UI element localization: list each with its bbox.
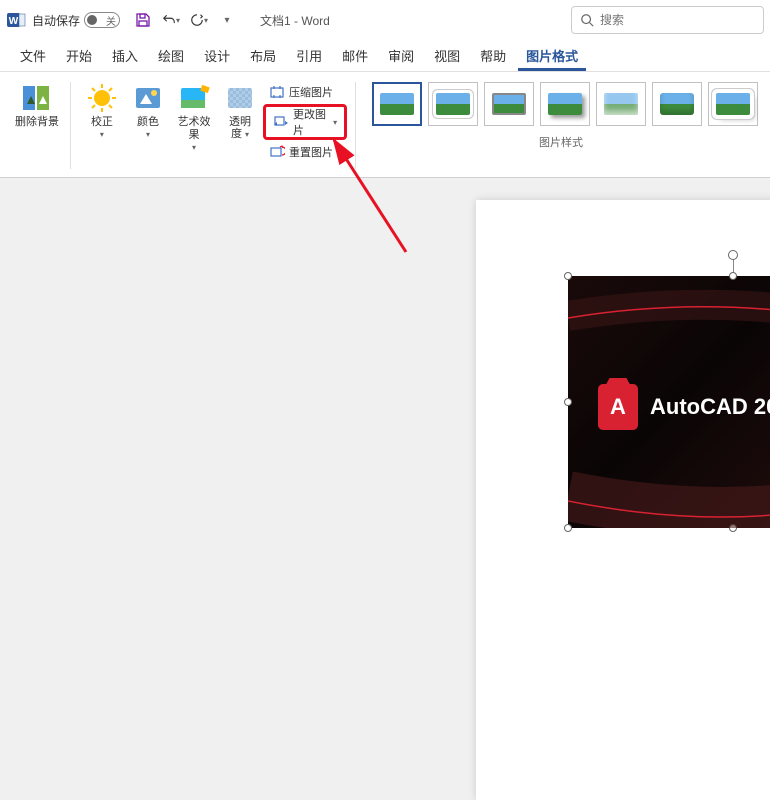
page: A AutoCAD 20 — [476, 200, 770, 800]
qat-customize-button[interactable]: ▾ — [218, 11, 236, 29]
picture-style-4[interactable] — [540, 82, 590, 126]
chevron-down-icon: ▾ — [337, 148, 341, 157]
autocad-text: AutoCAD 20 — [650, 394, 770, 420]
change-picture-label: 更改图片 — [293, 106, 329, 138]
artistic-effects-label: 艺术效果 — [173, 116, 215, 142]
autosave-toggle[interactable]: 关 — [84, 12, 120, 28]
chevron-down-icon: ▾ — [333, 118, 337, 127]
search-box[interactable] — [571, 6, 764, 34]
autosave-off-text: 关 — [106, 13, 116, 28]
group-adjust: 校正 ▾ 颜色 ▾ 艺术效果 ▾ 透明 度 ▾ — [75, 78, 351, 173]
redo-button[interactable]: ▾ — [190, 11, 208, 29]
tab-design[interactable]: 设计 — [196, 40, 238, 71]
svg-text:W: W — [9, 16, 19, 27]
selected-picture[interactable]: A AutoCAD 20 — [568, 276, 770, 528]
ribbon-tabs: 文件 开始 插入 绘图 设计 布局 引用 邮件 审阅 视图 帮助 图片格式 — [0, 40, 770, 72]
undo-button[interactable]: ▾ — [162, 11, 180, 29]
picture-style-2[interactable] — [428, 82, 478, 126]
reset-picture-label: 重置图片 — [289, 144, 333, 160]
tab-references[interactable]: 引用 — [288, 40, 330, 71]
reset-picture-icon — [269, 144, 285, 160]
tab-home[interactable]: 开始 — [58, 40, 100, 71]
change-picture-icon — [273, 114, 289, 130]
chevron-down-icon: ▾ — [245, 130, 249, 139]
tab-layout[interactable]: 布局 — [242, 40, 284, 71]
tab-mailings[interactable]: 邮件 — [334, 40, 376, 71]
tab-review[interactable]: 审阅 — [380, 40, 422, 71]
word-app-icon: W — [6, 10, 26, 30]
group-remove-bg: 删除背景 — [8, 78, 66, 173]
quick-access-toolbar: ▾ ▾ ▾ — [134, 11, 236, 29]
autosave-toggle-wrap: 自动保存 关 — [32, 12, 120, 29]
color-button[interactable]: 颜色 ▾ — [125, 78, 171, 143]
transparency-button[interactable]: 透明 度 ▾ — [217, 78, 263, 145]
corrections-button[interactable]: 校正 ▾ — [79, 78, 125, 143]
color-label: 颜色 — [137, 116, 159, 129]
tab-picture-format[interactable]: 图片格式 — [518, 40, 586, 71]
picture-style-3[interactable] — [484, 82, 534, 126]
remove-background-button[interactable]: 删除背景 — [12, 78, 62, 133]
compress-pictures-button[interactable]: 压缩图片 — [263, 80, 347, 104]
remove-background-label: 删除背景 — [15, 116, 59, 129]
picture-style-6[interactable] — [652, 82, 702, 126]
tab-help[interactable]: 帮助 — [472, 40, 514, 71]
save-button[interactable] — [134, 11, 152, 29]
corrections-icon — [86, 82, 118, 114]
adjust-small-buttons: 压缩图片 更改图片 ▾ 重置图片 ▾ — [263, 78, 347, 164]
autocad-logo: A AutoCAD 20 — [598, 384, 770, 430]
rotation-handle[interactable] — [728, 250, 738, 260]
highlight-annotation: 更改图片 ▾ — [263, 104, 347, 140]
group-picture-styles: 图片样式 — [360, 78, 762, 173]
document-area[interactable]: A AutoCAD 20 — [0, 178, 770, 557]
title-bar: W 自动保存 关 ▾ ▾ ▾ 文档1 - Word — [0, 0, 770, 40]
document-title: 文档1 - Word — [260, 12, 330, 29]
tab-file[interactable]: 文件 — [12, 40, 54, 71]
search-input[interactable] — [600, 13, 755, 27]
corrections-label: 校正 — [91, 116, 113, 129]
tab-view[interactable]: 视图 — [426, 40, 468, 71]
artistic-effects-icon — [178, 82, 210, 114]
chevron-down-icon: ▾ — [100, 130, 104, 139]
remove-background-icon — [21, 82, 53, 114]
picture-style-1[interactable] — [372, 82, 422, 126]
tab-draw[interactable]: 绘图 — [150, 40, 192, 71]
transparency-icon — [224, 82, 256, 114]
change-picture-button[interactable]: 更改图片 ▾ — [267, 108, 343, 136]
reset-picture-button[interactable]: 重置图片 ▾ — [263, 140, 347, 164]
autosave-label: 自动保存 — [32, 12, 80, 29]
chevron-down-icon: ▾ — [192, 143, 196, 152]
chevron-down-icon: ▾ — [146, 130, 150, 139]
picture-style-5[interactable] — [596, 82, 646, 126]
artistic-effects-button[interactable]: 艺术效果 ▾ — [171, 78, 217, 156]
color-icon — [132, 82, 164, 114]
search-icon — [580, 13, 594, 27]
picture-style-7[interactable] — [708, 82, 758, 126]
compress-icon — [269, 84, 285, 100]
compress-pictures-label: 压缩图片 — [289, 84, 333, 100]
transparency-label-2: 度 — [231, 128, 242, 140]
picture-styles-group-label: 图片样式 — [364, 134, 758, 150]
picture-styles-gallery — [364, 78, 758, 126]
ribbon: 删除背景 校正 ▾ 颜色 ▾ 艺术效果 ▾ — [0, 72, 770, 178]
tab-insert[interactable]: 插入 — [104, 40, 146, 71]
autocad-icon: A — [598, 384, 638, 430]
